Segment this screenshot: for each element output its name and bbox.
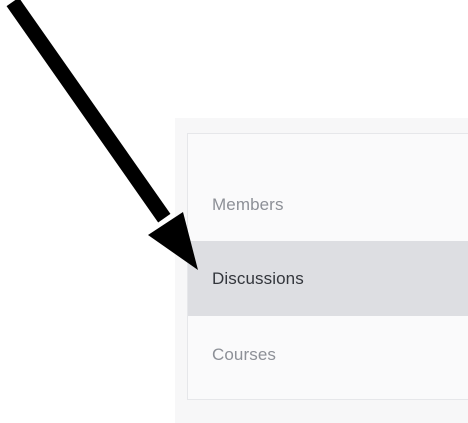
sidebar-item-members[interactable]: Members: [188, 167, 468, 242]
sidebar-item-label: Courses: [212, 344, 277, 364]
sidebar-item-discussions[interactable]: Discussions: [188, 241, 468, 316]
sidebar-item-label: Members: [212, 194, 284, 214]
sidebar-nav: Members Discussions Courses: [187, 133, 468, 400]
sidebar-item-courses[interactable]: Courses: [188, 317, 468, 392]
sidebar-item-label: Discussions: [212, 268, 304, 288]
